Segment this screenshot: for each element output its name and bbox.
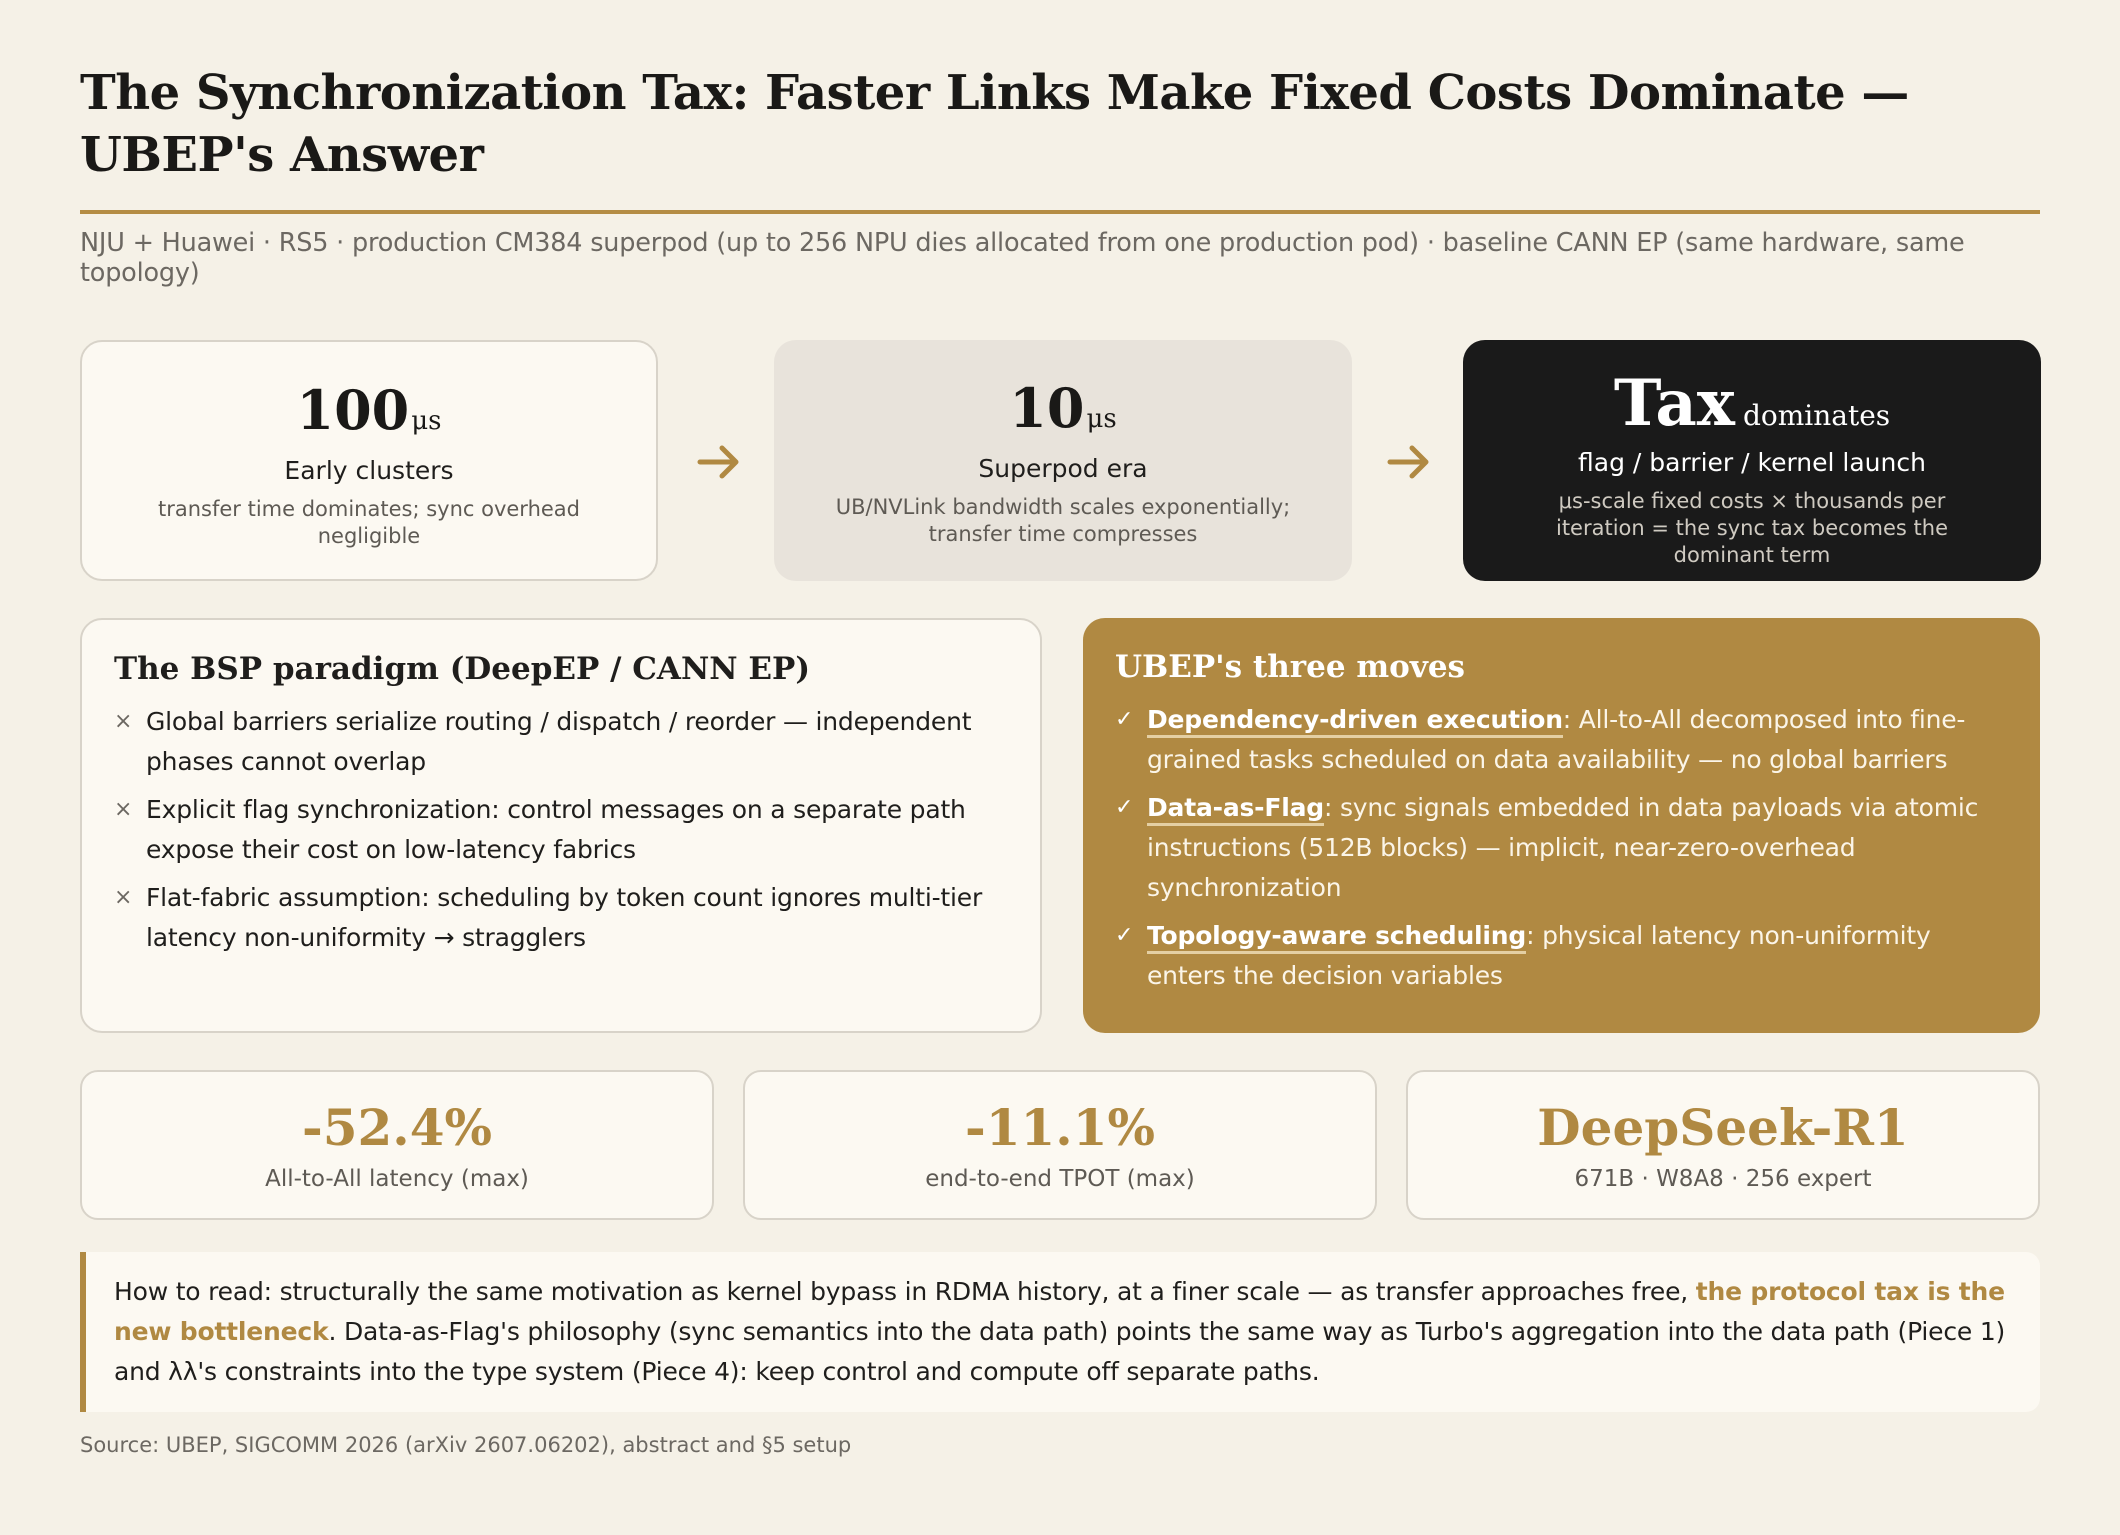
check-icon: ✓ (1115, 795, 1134, 820)
era-row: 100μs Early clusters transfer time domin… (80, 340, 2041, 581)
era-desc: μs-scale fixed costs × thousands per ite… (1555, 489, 1948, 567)
era-desc: transfer time dominates; sync overhead n… (157, 497, 580, 548)
stat-card: -11.1% end-to-end TPOT (max) (743, 1070, 1377, 1220)
move-name: Topology-aware scheduling (1147, 921, 1526, 954)
era-unit: μs (1086, 404, 1117, 434)
stat-card: -52.4% All-to-All latency (max) (80, 1070, 714, 1220)
era-name: flag / barrier / kernel launch (1578, 448, 1926, 477)
list-item: × Global barriers serialize routing / dis… (114, 702, 1008, 782)
stat-card: DeepSeek-R1 671B · W8A8 · 256 expert (1406, 1070, 2040, 1220)
stat-value: -52.4% (301, 1098, 493, 1157)
list-item: × Explicit flag synchronization: control … (114, 790, 1008, 870)
move-name: Data-as-Flag (1147, 793, 1324, 826)
ubep-list: ✓ Dependency-driven execution: All-to-All… (1115, 700, 2008, 996)
stat-value: -11.1% (964, 1098, 1156, 1157)
era-card-tax: Tax dominates flag / barrier / kernel lau… (1463, 340, 2041, 581)
title-divider (80, 210, 2040, 214)
stat-label: All-to-All latency (max) (265, 1166, 529, 1192)
era-value: 100μs (296, 378, 442, 442)
list-item: × Flat-fabric assumption: scheduling by t… (114, 878, 1008, 958)
page: The Synchronization Tax: Faster Links Ma… (80, 62, 2040, 288)
stat-value: DeepSeek-R1 (1537, 1098, 1909, 1157)
move-name: Dependency-driven execution (1147, 705, 1563, 738)
list-item: ✓ Dependency-driven execution: All-to-All… (1115, 700, 2008, 780)
era-value: 10μs (1009, 376, 1117, 440)
list-item: ✓ Topology-aware scheduling: physical lat… (1115, 916, 2008, 996)
list-item: ✓ Data-as-Flag: sync signals embedded in … (1115, 788, 2008, 908)
era-name: Early clusters (284, 456, 454, 485)
arrow-right-icon (1387, 445, 1429, 479)
arrow-right-icon (697, 445, 739, 479)
ubep-title: UBEP's three moves (1115, 649, 1466, 685)
cross-icon: × (114, 797, 133, 822)
source-citation: Source: UBEP, SIGCOMM 2026 (arXiv 2607.0… (80, 1433, 852, 1457)
ubep-panel: UBEP's three moves ✓ Dependency-driven ex… (1083, 618, 2040, 1033)
bsp-title: The BSP paradigm (DeepEP / CANN EP) (114, 651, 811, 687)
cross-icon: × (114, 709, 133, 734)
page-title: The Synchronization Tax: Faster Links Ma… (80, 65, 1909, 183)
check-icon: ✓ (1115, 923, 1134, 948)
era-value: Tax dominates (1613, 366, 1891, 441)
era-unit: dominates (1742, 399, 1891, 432)
era-name: Superpod era (978, 454, 1148, 483)
reading-note: How to read: structurally the same motiv… (80, 1252, 2040, 1412)
stat-label: 671B · W8A8 · 256 expert (1574, 1166, 1872, 1192)
cross-icon: × (114, 885, 133, 910)
stat-label: end-to-end TPOT (max) (925, 1166, 1195, 1192)
page-subtitle: NJU + Huawei · RS5 · production CM384 su… (80, 228, 1965, 288)
bsp-panel: The BSP paradigm (DeepEP / CANN EP) × Glo… (80, 618, 1042, 1033)
check-icon: ✓ (1115, 707, 1134, 732)
bsp-list: × Global barriers serialize routing / dis… (114, 702, 1008, 958)
era-card-superpod: 10μs Superpod era UB/NVLink bandwidth sc… (774, 340, 1352, 581)
era-desc: UB/NVLink bandwidth scales exponentially… (835, 495, 1291, 546)
era-card-early: 100μs Early clusters transfer time domin… (80, 340, 658, 581)
era-unit: μs (411, 406, 442, 436)
